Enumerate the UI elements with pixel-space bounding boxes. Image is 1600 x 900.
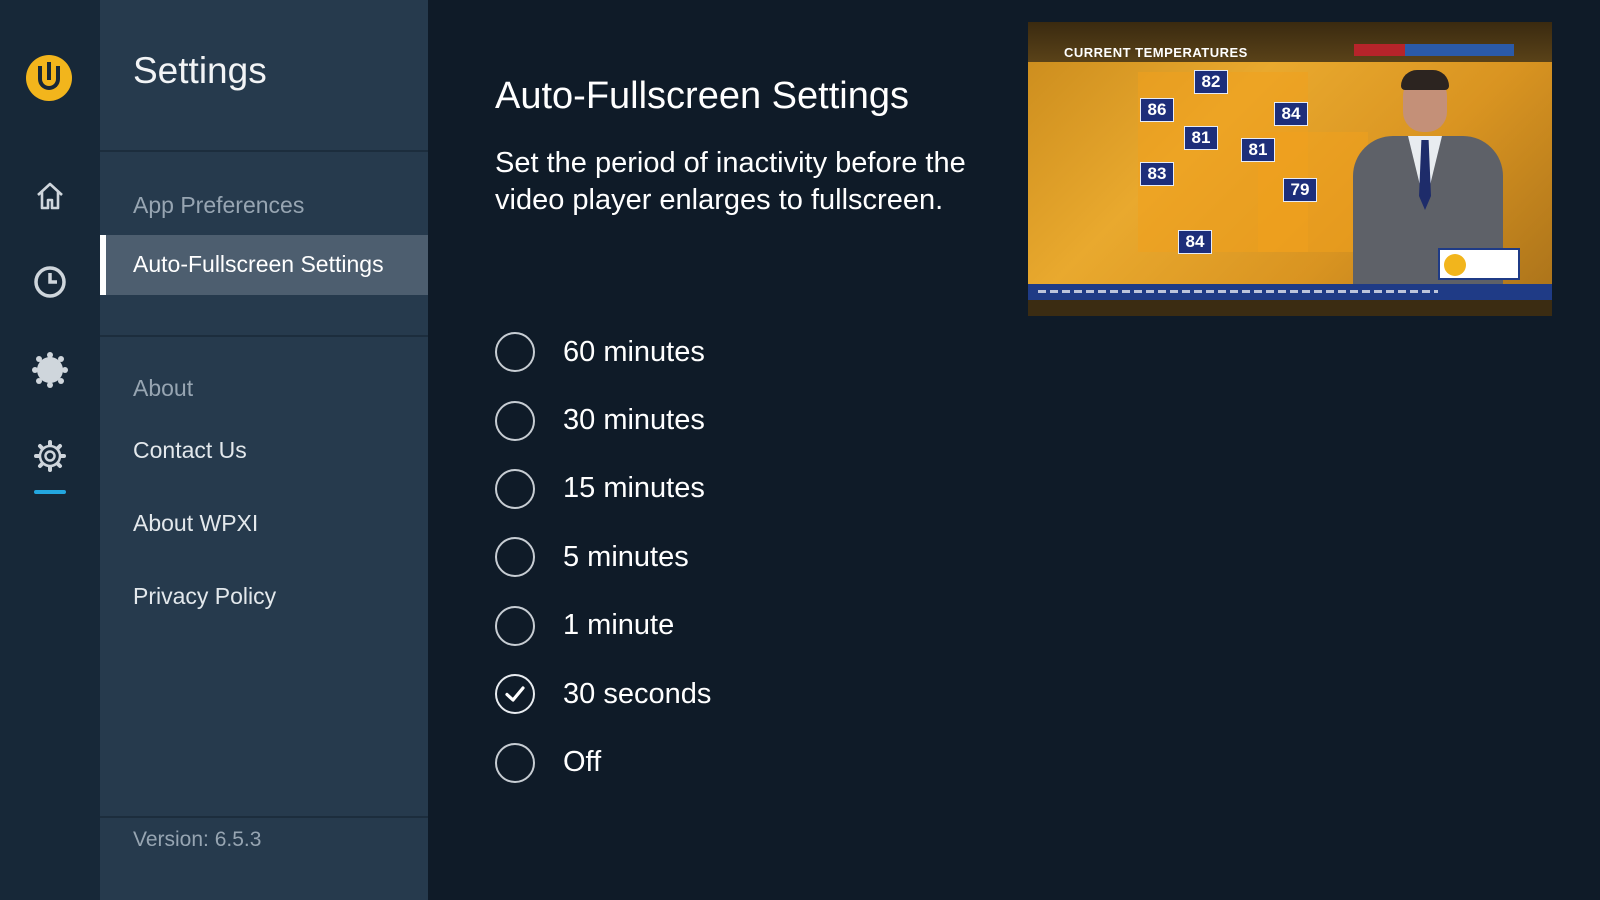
option-label: 1 minute bbox=[563, 609, 675, 642]
option-label: Off bbox=[563, 746, 602, 779]
timeout-options: 60 minutes 30 minutes 15 minutes 5 minut… bbox=[495, 318, 711, 797]
sidebar-item-contact-us[interactable]: Contact Us bbox=[133, 437, 247, 464]
sidebar-item-label: Auto-Fullscreen Settings bbox=[133, 251, 384, 277]
option-label: 60 minutes bbox=[563, 335, 705, 368]
option-30-seconds[interactable]: 30 seconds bbox=[495, 660, 711, 728]
temp-label: 79 bbox=[1283, 178, 1317, 202]
video-banner-title: CURRENT TEMPERATURES bbox=[1064, 45, 1248, 60]
video-bottom-bar bbox=[1028, 300, 1552, 316]
page-title: Auto-Fullscreen Settings bbox=[495, 75, 909, 117]
station-logo-icon bbox=[26, 55, 72, 101]
page-description: Set the period of inactivity before the … bbox=[495, 147, 966, 216]
option-15-minutes[interactable]: 15 minutes bbox=[495, 455, 711, 523]
temp-label: 83 bbox=[1140, 162, 1174, 186]
sidebar-item-auto-fullscreen[interactable]: Auto-Fullscreen Settings bbox=[100, 235, 428, 295]
option-label: 30 seconds bbox=[563, 677, 712, 710]
home-icon[interactable] bbox=[30, 176, 70, 216]
radio-unchecked-icon[interactable] bbox=[495, 400, 535, 441]
option-30-minutes[interactable]: 30 minutes bbox=[495, 386, 711, 454]
option-60-minutes[interactable]: 60 minutes bbox=[495, 318, 711, 386]
panel-title: Settings bbox=[133, 50, 267, 91]
radio-unchecked-icon[interactable] bbox=[495, 605, 535, 646]
radio-unchecked-icon[interactable] bbox=[495, 332, 535, 373]
option-1-minute[interactable]: 1 minute bbox=[495, 592, 711, 660]
divider bbox=[100, 816, 428, 818]
news-ticker bbox=[1028, 284, 1552, 300]
option-label: 30 minutes bbox=[563, 404, 705, 437]
temp-label: 81 bbox=[1241, 138, 1275, 162]
option-off[interactable]: Off bbox=[495, 728, 711, 796]
radio-unchecked-icon[interactable] bbox=[495, 742, 535, 783]
station-logo-icon bbox=[1438, 248, 1520, 280]
radio-unchecked-icon[interactable] bbox=[495, 537, 535, 578]
settings-panel: Settings App Preferences Auto-Fullscreen… bbox=[100, 0, 428, 900]
temp-label: 81 bbox=[1184, 126, 1218, 150]
weather-badge bbox=[1354, 44, 1514, 56]
video-player[interactable]: CURRENT TEMPERATURES 82 86 84 81 81 83 7… bbox=[1028, 22, 1552, 316]
video-banner: CURRENT TEMPERATURES bbox=[1028, 22, 1552, 62]
radio-unchecked-icon[interactable] bbox=[495, 468, 535, 509]
weather-icon[interactable] bbox=[30, 350, 70, 390]
version-label: Version: 6.5.3 bbox=[133, 828, 262, 851]
gear-icon[interactable] bbox=[30, 436, 70, 476]
temp-label: 84 bbox=[1274, 102, 1308, 126]
section-app-preferences: App Preferences bbox=[133, 192, 305, 218]
sidebar-item-about-wpxi[interactable]: About WPXI bbox=[133, 510, 258, 537]
section-about: About bbox=[133, 375, 194, 401]
temp-label: 84 bbox=[1178, 230, 1212, 254]
icon-rail bbox=[0, 0, 100, 900]
option-label: 5 minutes bbox=[563, 540, 689, 573]
sidebar-item-privacy-policy[interactable]: Privacy Policy bbox=[133, 583, 276, 610]
divider bbox=[100, 150, 428, 152]
divider bbox=[100, 335, 428, 337]
temp-label: 86 bbox=[1140, 98, 1174, 122]
clock-icon[interactable] bbox=[30, 262, 70, 302]
temp-label: 82 bbox=[1194, 70, 1228, 94]
option-5-minutes[interactable]: 5 minutes bbox=[495, 523, 711, 591]
active-indicator bbox=[34, 490, 66, 494]
radio-checked-icon[interactable] bbox=[495, 674, 535, 715]
option-label: 15 minutes bbox=[563, 472, 705, 505]
